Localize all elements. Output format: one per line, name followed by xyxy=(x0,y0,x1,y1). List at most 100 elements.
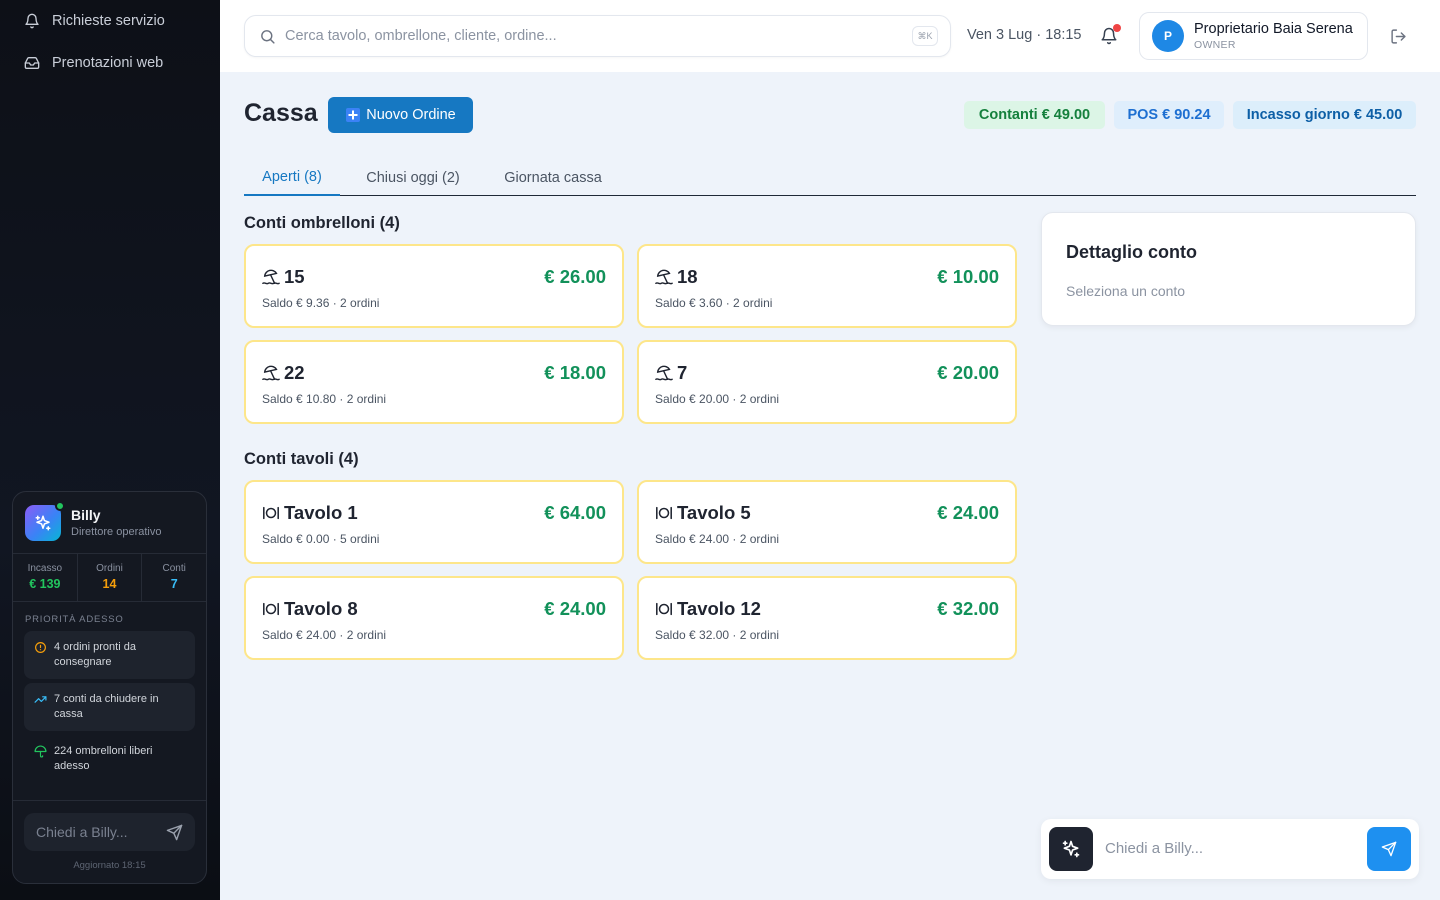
sidebar-item-label: Richieste servizio xyxy=(52,13,165,29)
send-icon xyxy=(1381,841,1397,857)
account-card[interactable]: 7 € 20.00 Saldo € 20.00 · 2 ordini xyxy=(637,340,1017,424)
stat-incasso: Incasso € 139 xyxy=(13,554,78,601)
account-balance: Saldo € 24.00 · 2 ordini xyxy=(655,532,780,546)
cash-total-badge: Contanti € 49.00 xyxy=(964,101,1105,129)
account-amount: € 24.00 xyxy=(544,598,606,619)
plus-icon xyxy=(345,107,361,123)
stat-label: Ordini xyxy=(96,563,123,574)
account-name: Tavolo 12 xyxy=(677,598,761,619)
account-balance: Saldo € 20.00 · 2 ordini xyxy=(655,392,780,406)
account-card[interactable]: Tavolo 5 € 24.00 Saldo € 24.00 · 2 ordin… xyxy=(637,480,1017,564)
assistant-role: Direttore operativo xyxy=(71,526,162,538)
stat-label: Incasso xyxy=(27,563,63,574)
account-card[interactable]: Tavolo 8 € 24.00 Saldo € 24.00 · 2 ordin… xyxy=(244,576,624,660)
current-date-time: Ven 3 Lug · 18:15 xyxy=(967,27,1082,43)
account-balance: Saldo € 10.80 · 2 ordini xyxy=(262,392,387,406)
account-card[interactable]: Tavolo 1 € 64.00 Saldo € 0.00 · 5 ordini xyxy=(244,480,624,564)
sidebar-item-prenotazioni-web[interactable]: Prenotazioni web xyxy=(0,42,220,84)
account-amount: € 26.00 xyxy=(544,266,606,287)
assistant-avatar xyxy=(25,500,65,541)
assistant-name: Billy xyxy=(71,507,101,523)
plate-cutlery-icon xyxy=(655,600,673,618)
account-name: Tavolo 8 xyxy=(284,598,358,619)
stat-value: 7 xyxy=(170,577,178,591)
priority-text: 4 ordini pronti da consegnare xyxy=(54,641,136,668)
send-icon[interactable] xyxy=(166,824,183,841)
umbrellas-section-title: Conti ombrelloni (4) xyxy=(244,214,400,232)
keyboard-shortcut-badge: ⌘K xyxy=(912,26,938,46)
notification-badge xyxy=(1113,24,1121,32)
page-title: Cassa xyxy=(244,99,318,127)
beach-umbrella-icon xyxy=(262,364,280,382)
account-balance: Saldo € 0.00 · 5 ordini xyxy=(262,532,380,546)
priority-item[interactable]: 224 ombrelloni liberi adesso xyxy=(24,735,195,783)
assistant-button[interactable] xyxy=(1049,827,1093,871)
search-icon xyxy=(259,28,276,45)
sidebar-item-label: Prenotazioni web xyxy=(52,55,164,71)
trending-up-icon xyxy=(34,693,47,706)
account-detail-panel: Dettaglio conto Seleziona un conto xyxy=(1041,212,1416,326)
priority-item[interactable]: 4 ordini pronti da consegnare xyxy=(24,631,195,679)
beach-umbrella-icon xyxy=(655,364,673,382)
priority-text: 7 conti da chiudere in cassa xyxy=(54,693,159,720)
account-card[interactable]: Tavolo 12 € 32.00 Saldo € 32.00 · 2 ordi… xyxy=(637,576,1017,660)
sidebar-item-richieste-servizio[interactable]: Richieste servizio xyxy=(0,0,220,42)
account-card[interactable]: 15 € 26.00 Saldo € 9.36 · 2 ordini xyxy=(244,244,624,328)
stat-conti: Conti 7 xyxy=(142,554,206,601)
priority-item[interactable]: 7 conti da chiudere in cassa xyxy=(24,683,195,731)
pos-total-badge: POS € 90.24 xyxy=(1114,101,1224,129)
umbrella-icon xyxy=(34,745,47,758)
stat-label: Conti xyxy=(162,563,186,574)
day-total-badge: Incasso giorno € 45.00 xyxy=(1233,101,1416,129)
logout-icon[interactable] xyxy=(1390,28,1407,45)
plate-cutlery-icon xyxy=(655,504,673,522)
plate-cutlery-icon xyxy=(262,504,280,522)
tabs: Aperti (8) Chiusi oggi (2) Giornata cass… xyxy=(244,160,1416,196)
account-name: 15 xyxy=(284,266,305,287)
new-order-label: Nuovo Ordine xyxy=(366,107,456,123)
chat-placeholder: Chiedi a Billy... xyxy=(36,824,128,840)
priority-title: PRIORITÀ ADESSO xyxy=(25,614,124,625)
user-name: Proprietario Baia Serena xyxy=(1194,21,1353,37)
search-input[interactable]: Cerca tavolo, ombrellone, cliente, ordin… xyxy=(244,15,951,57)
assistant-panel: Billy Direttore operativo Incasso € 139 … xyxy=(12,491,207,884)
account-card[interactable]: 18 € 10.00 Saldo € 3.60 · 2 ordini xyxy=(637,244,1017,328)
detail-placeholder: Seleziona un conto xyxy=(1066,283,1186,299)
assistant-stats: Incasso € 139 Ordini 14 Conti 7 xyxy=(13,554,206,602)
tab-chiusi-oggi[interactable]: Chiusi oggi (2) xyxy=(348,160,478,196)
tab-aperti[interactable]: Aperti (8) xyxy=(244,160,340,196)
divider xyxy=(13,800,206,801)
account-amount: € 64.00 xyxy=(544,502,606,523)
chat-input[interactable]: Chiedi a Billy... xyxy=(1105,840,1203,857)
floating-chat-bar: Chiedi a Billy... xyxy=(1041,819,1419,879)
user-menu[interactable]: P Proprietario Baia Serena OWNER xyxy=(1139,12,1368,60)
new-order-button[interactable]: Nuovo Ordine xyxy=(328,97,473,133)
account-amount: € 32.00 xyxy=(937,598,999,619)
tables-section-title: Conti tavoli (4) xyxy=(244,450,359,468)
bell-icon xyxy=(24,13,40,29)
assistant-header: Billy Direttore operativo xyxy=(13,492,206,554)
account-amount: € 18.00 xyxy=(544,362,606,383)
account-name: 7 xyxy=(677,362,688,383)
stat-ordini: Ordini 14 xyxy=(78,554,143,601)
stat-value: € 139 xyxy=(29,577,61,591)
search-placeholder: Cerca tavolo, ombrellone, cliente, ordin… xyxy=(285,28,557,44)
account-balance: Saldo € 32.00 · 2 ordini xyxy=(655,628,780,642)
priority-text: 224 ombrelloni liberi adesso xyxy=(54,745,153,772)
account-card[interactable]: 22 € 18.00 Saldo € 10.80 · 2 ordini xyxy=(244,340,624,424)
account-name: 22 xyxy=(284,362,305,383)
beach-umbrella-icon xyxy=(655,268,673,286)
sidebar: Richieste servizio Prenotazioni web Bill… xyxy=(0,0,220,900)
assistant-chat-input[interactable]: Chiedi a Billy... xyxy=(24,813,195,851)
send-button[interactable] xyxy=(1367,827,1411,871)
user-role: OWNER xyxy=(1194,39,1236,51)
account-balance: Saldo € 3.60 · 2 ordini xyxy=(655,296,773,310)
account-balance: Saldo € 9.36 · 2 ordini xyxy=(262,296,380,310)
stat-value: 14 xyxy=(102,577,117,591)
account-amount: € 10.00 xyxy=(937,266,999,287)
sparkles-icon xyxy=(35,515,51,530)
account-name: 18 xyxy=(677,266,698,287)
tab-giornata-cassa[interactable]: Giornata cassa xyxy=(486,160,620,196)
topbar: Cerca tavolo, ombrellone, cliente, ordin… xyxy=(220,0,1440,72)
alert-circle-icon xyxy=(34,641,47,654)
